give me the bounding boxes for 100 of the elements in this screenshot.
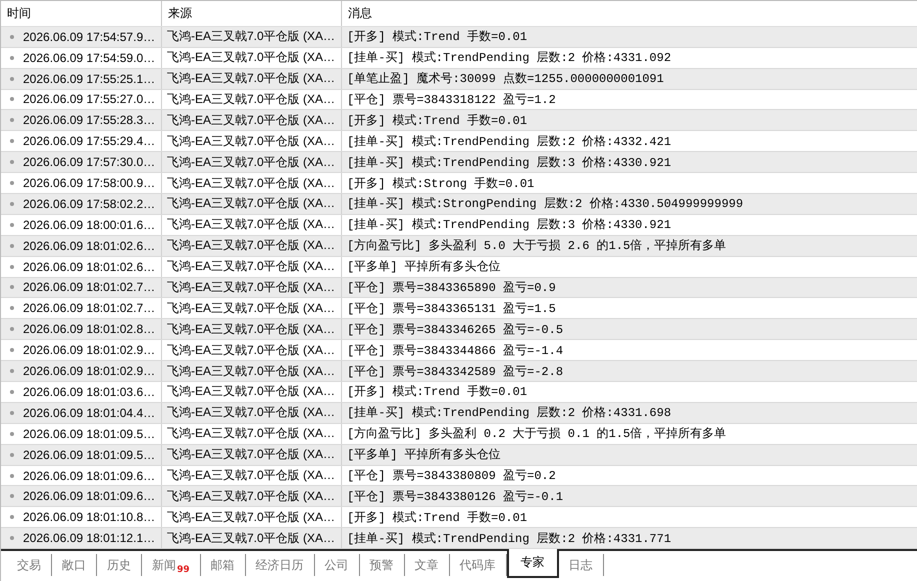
- table-cell: 2026.06.09 17:58:00.9…: [23, 176, 156, 190]
- table-cell: 飞鸿-EA三叉戟7.0平仓版 (XA…: [167, 132, 336, 150]
- log-row[interactable]: 2026.06.09 18:01:02.6… 飞鸿-EA三叉戟7.0平仓版 (XA… [方向盈亏比] 多头盈利 5.0 大于亏损 2.6 的1.5倍，平掉所有多单: [1, 236, 917, 257]
- table-cell: 2026.06.09 18:01:09.6…: [23, 468, 156, 482]
- bullet-icon: [10, 222, 14, 227]
- log-row[interactable]: 2026.06.09 17:57:30.0… 飞鸿-EA三叉戟7.0平仓版 (XA… [挂单-买] 模式:TrendPending 层数:3 价格:4330.921: [1, 152, 917, 174]
- bullet-icon: [10, 202, 14, 206]
- table-cell-text: [挂单-买] 模式:TrendPending 层数:2 价格:4332.421: [347, 134, 672, 150]
- table-cell-text: [开多] 模式:Trend 手数=0.01: [347, 29, 528, 46]
- table-cell: 飞鸿-EA三叉戟7.0平仓版 (XA…: [167, 488, 336, 505]
- table-cell: 2026.06.09 18:01:02.8…: [23, 322, 156, 336]
- log-row[interactable]: 2026.06.09 18:01:03.6… 飞鸿-EA三叉戟7.0平仓版 (XA… [开多] 模式:Trend 手数=0.01: [1, 382, 917, 403]
- table-cell-text: [平多单] 平掉所有多头仓位: [347, 447, 501, 464]
- table-cell: 2026.06.09 18:00:01.6…: [23, 218, 156, 232]
- bullet-icon: [10, 285, 14, 290]
- table-cell: 飞鸿-EA三叉戟7.0平仓版 (XA…: [167, 530, 336, 547]
- table-cell-text: [开多] 模式:Trend 手数=0.01: [347, 510, 528, 526]
- bullet-icon: [10, 56, 14, 60]
- log-row[interactable]: 2026.06.09 17:54:57.9… 飞鸿-EA三叉戟7.0平仓版 (XA… [开多] 模式:Trend 手数=0.01: [1, 26, 917, 48]
- log-row[interactable]: 2026.06.09 17:55:28.3… 飞鸿-EA三叉戟7.0平仓版 (XA… [开多] 模式:Trend 手数=0.01: [1, 110, 917, 132]
- log-row[interactable]: 2026.06.09 17:58:02.2… 飞鸿-EA三叉戟7.0平仓版 (XA… [挂单-买] 模式:StrongPending 层数:2 价格:4330.504999999999: [1, 194, 917, 215]
- table-cell-text: [平仓] 票号=3843346265 盈亏=-0.5: [347, 322, 564, 338]
- table-cell-text: [开多] 模式:Strong 手数=0.01: [347, 176, 534, 192]
- bullet-icon: [10, 515, 14, 520]
- tab[interactable]: 专家: [506, 549, 559, 578]
- bullet-icon: [10, 97, 14, 102]
- count-label: 99: [177, 565, 190, 575]
- table-cell: 2026.06.09 17:58:02.2…: [23, 196, 156, 211]
- table-cell: 2026.06.09 18:01:02.6…: [23, 260, 156, 274]
- bullet-icon: [10, 306, 14, 310]
- table-cell-text: [平仓] 票号=3843365131 盈亏=1.5: [347, 300, 556, 317]
- bullet-icon: [10, 390, 14, 394]
- table-cell: 飞鸿-EA三叉戟7.0平仓版 (XA…: [167, 508, 336, 526]
- tab[interactable]: 预警: [360, 554, 405, 576]
- bullet-icon: [10, 348, 14, 352]
- log-row[interactable]: 2026.06.09 18:01:09.5… 飞鸿-EA三叉戟7.0平仓版 (XA… [平多单] 平掉所有多头仓位: [1, 444, 917, 466]
- log-row[interactable]: 2026.06.09 18:01:02.9… 飞鸿-EA三叉戟7.0平仓版 (XA… [平仓] 票号=3843344866 盈亏=-1.4: [1, 340, 917, 362]
- tab[interactable]: 文章: [404, 554, 450, 576]
- log-row[interactable]: 2026.06.09 18:01:04.4… 飞鸿-EA三叉戟7.0平仓版 (XA… [挂单-买] 模式:TrendPending 层数:2 价格:4331.698: [1, 402, 917, 424]
- column-header[interactable]: 时间: [1, 1, 162, 26]
- tab[interactable]: 公司: [314, 554, 360, 576]
- log-row[interactable]: 2026.06.09 18:01:02.9… 飞鸿-EA三叉戟7.0平仓版 (XA… [平仓] 票号=3843342589 盈亏=-2.8: [1, 361, 917, 382]
- table-cell: 飞鸿-EA三叉戟7.0平仓版 (XA…: [167, 342, 336, 359]
- log-row[interactable]: 2026.06.09 17:54:59.0… 飞鸿-EA三叉戟7.0平仓版 (XA… [挂单-买] 模式:TrendPending 层数:2 价格:4331.092: [1, 48, 917, 69]
- tab[interactable]: 敞口: [52, 554, 97, 576]
- table-cell-text: [挂单-买] 模式:TrendPending 层数:3 价格:4330.921: [347, 217, 672, 234]
- log-row[interactable]: 2026.06.09 18:00:01.6… 飞鸿-EA三叉戟7.0平仓版 (XA… [挂单-买] 模式:TrendPending 层数:3 价格:4330.921: [1, 214, 917, 236]
- table-cell-text: [挂单-买] 模式:TrendPending 层数:2 价格:4331.698: [347, 405, 672, 422]
- tab[interactable]: 日志: [558, 554, 604, 576]
- table-cell: 2026.06.09 17:55:29.4…: [23, 134, 156, 148]
- column-header[interactable]: 来源: [162, 1, 342, 26]
- log-row[interactable]: 2026.06.09 18:01:09.6… 飞鸿-EA三叉戟7.0平仓版 (XA… [平仓] 票号=3843380126 盈亏=-0.1: [1, 486, 917, 508]
- table-cell: 2026.06.09 18:01:02.7…: [23, 280, 156, 294]
- table-cell-text: [开多] 模式:Trend 手数=0.01: [347, 384, 528, 400]
- table-cell-text: [平多单] 平掉所有多头仓位: [347, 259, 501, 276]
- table-cell: 2026.06.09 17:54:57.9…: [23, 30, 156, 44]
- bullet-icon: [10, 160, 14, 164]
- table-cell: 飞鸿-EA三叉戟7.0平仓版 (XA…: [167, 216, 336, 234]
- table-cell: 飞鸿-EA三叉戟7.0平仓版 (XA…: [167, 154, 336, 171]
- table-cell: 2026.06.09 18:01:02.9…: [23, 343, 156, 358]
- column-header[interactable]: 消息: [342, 1, 917, 26]
- table-cell: 飞鸿-EA三叉戟7.0平仓版 (XA…: [167, 320, 336, 338]
- log-row[interactable]: 2026.06.09 18:01:02.7… 飞鸿-EA三叉戟7.0平仓版 (XA… [平仓] 票号=3843365890 盈亏=0.9: [1, 278, 917, 298]
- bullet-icon: [10, 474, 14, 478]
- table-cell-text: [方向盈亏比] 多头盈利 5.0 大于亏损 2.6 的1.5倍，平掉所有多单: [347, 238, 726, 254]
- table-cell: 飞鸿-EA三叉戟7.0平仓版 (XA…: [167, 174, 336, 192]
- log-row[interactable]: 2026.06.09 17:58:00.9… 飞鸿-EA三叉戟7.0平仓版 (XA… [开多] 模式:Strong 手数=0.01: [1, 173, 917, 194]
- table-cell: 2026.06.09 18:01:09.5…: [23, 426, 156, 441]
- log-row[interactable]: 2026.06.09 18:01:02.7… 飞鸿-EA三叉戟7.0平仓版 (XA… [平仓] 票号=3843365131 盈亏=1.5: [1, 298, 917, 320]
- bullet-icon: [10, 410, 14, 415]
- table-cell: 飞鸿-EA三叉戟7.0平仓版 (XA…: [167, 90, 336, 108]
- table-cell: 飞鸿-EA三叉戟7.0平仓版 (XA…: [167, 28, 336, 46]
- bullet-icon: [10, 34, 14, 39]
- bullet-icon: [10, 264, 14, 269]
- table-cell-text: [挂单-买] 模式:StrongPending 层数:2 价格:4330.504999999999: [347, 196, 744, 212]
- log-row[interactable]: 2026.06.09 18:01:02.6… 飞鸿-EA三叉戟7.0平仓版 (XA… [平多单] 平掉所有多头仓位: [1, 256, 917, 278]
- tab[interactable]: 经济日历: [246, 554, 315, 576]
- log-row[interactable]: 2026.06.09 18:01:10.8… 飞鸿-EA三叉戟7.0平仓版 (XA… [开多] 模式:Trend 手数=0.01: [1, 507, 917, 528]
- tab[interactable]: 历史: [97, 554, 142, 576]
- log-row[interactable]: 2026.06.09 17:55:29.4… 飞鸿-EA三叉戟7.0平仓版 (XA… [挂单-买] 模式:TrendPending 层数:2 价格:4332.421: [1, 131, 917, 152]
- table-cell: 飞鸿-EA三叉戟7.0平仓版 (XA…: [167, 404, 336, 422]
- log-row[interactable]: 2026.06.09 18:01:09.5… 飞鸿-EA三叉戟7.0平仓版 (XA… [方向盈亏比] 多头盈利 0.2 大于亏损 0.1 的1.5倍，平掉所有多单: [1, 424, 917, 445]
- bullet-icon: [10, 432, 14, 436]
- log-row[interactable]: 2026.06.09 18:01:02.8… 飞鸿-EA三叉戟7.0平仓版 (XA… [平仓] 票号=3843346265 盈亏=-0.5: [1, 319, 917, 340]
- bullet-icon: [10, 536, 14, 540]
- bullet-icon: [10, 327, 14, 332]
- table-cell: 飞鸿-EA三叉戟7.0平仓版 (XA…: [167, 300, 336, 317]
- bullet-icon: [10, 139, 14, 144]
- log-row[interactable]: 2026.06.09 18:01:09.6… 飞鸿-EA三叉戟7.0平仓版 (XA… [平仓] 票号=3843380809 盈亏=0.2: [1, 466, 917, 486]
- log-row[interactable]: 2026.06.09 17:55:25.1… 飞鸿-EA三叉戟7.0平仓版 (XA… [单笔止盈] 魔术号:30099 点数=1255.0000000001091: [1, 68, 917, 90]
- tab[interactable]: 交易: [7, 554, 52, 576]
- table-cell-text: [方向盈亏比] 多头盈利 0.2 大于亏损 0.1 的1.5倍，平掉所有多单: [347, 426, 726, 442]
- table-cell: 2026.06.09 18:01:04.4…: [23, 406, 156, 420]
- tab[interactable]: 邮箱: [200, 554, 246, 576]
- table-cell-text: [平仓] 票号=3843365890 盈亏=0.9: [347, 280, 556, 296]
- log-row[interactable]: 2026.06.09 17:55:27.0… 飞鸿-EA三叉戟7.0平仓版 (XA… [平仓] 票号=3843318122 盈亏=1.2: [1, 90, 917, 110]
- log-row[interactable]: 2026.06.09 18:01:12.1… 飞鸿-EA三叉戟7.0平仓版 (XA… [挂单-买] 模式:TrendPending 层数:2 价格:4331.771: [1, 528, 917, 549]
- table-cell: 2026.06.09 17:57:30.0…: [23, 155, 156, 170]
- table-cell: 2026.06.09 17:55:27.0…: [23, 92, 156, 106]
- table-cell-text: [单笔止盈] 魔术号:30099 点数=1255.0000000001091: [347, 71, 664, 88]
